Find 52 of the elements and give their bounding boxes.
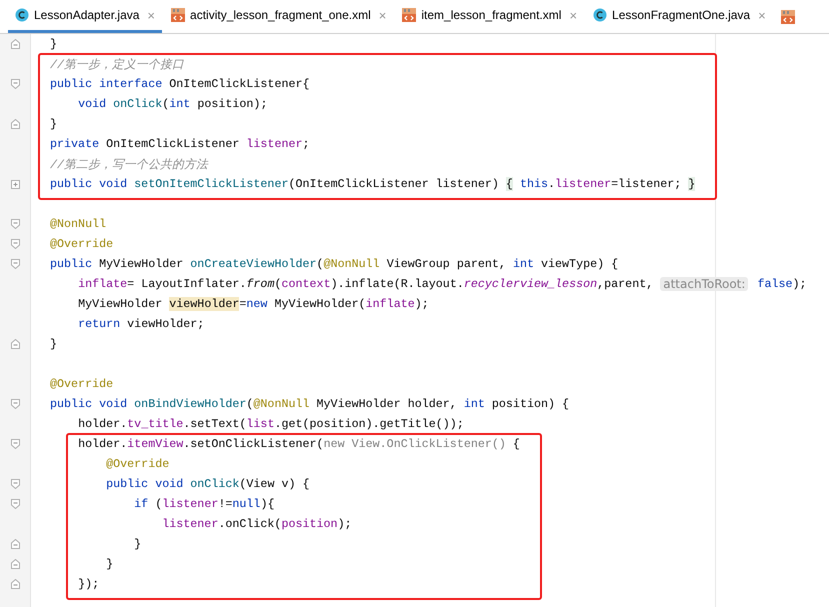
- code-line: return viewHolder;: [78, 317, 204, 331]
- code-line: }: [134, 537, 142, 551]
- code-line: false);: [756, 277, 807, 291]
- code-line: @Override: [50, 237, 114, 251]
- fold-icon[interactable]: [10, 479, 20, 489]
- code-line: public void onBindViewHolder(@NonNull MyViewHolder holder, int position) {: [50, 397, 570, 411]
- editor-tab[interactable]: LessonFragmentOne.java ×: [586, 0, 773, 33]
- code-line: }: [50, 37, 58, 51]
- editor-tab[interactable]: LessonAdapter.java ×: [8, 0, 162, 33]
- fold-icon[interactable]: [10, 399, 20, 409]
- fold-icon[interactable]: [10, 439, 20, 449]
- fold-icon[interactable]: [10, 119, 20, 129]
- editor-tab[interactable]: activity_lesson_fragment_one.xml ×: [164, 0, 394, 33]
- code-line: }: [50, 337, 58, 351]
- parameter-hint: attachToRoot:: [660, 277, 748, 291]
- fold-icon[interactable]: [10, 539, 20, 549]
- code-line: MyViewHolder viewHolder=new MyViewHolder(inflate);: [78, 297, 429, 311]
- expand-icon[interactable]: [10, 180, 20, 188]
- code-line: private OnItemClickListener listener;: [50, 137, 310, 151]
- code-line: }: [50, 117, 58, 131]
- code-line: inflate= LayoutInflater.from(context).inflate(R.layout.recyclerview_lesson,parent,: [78, 277, 654, 291]
- fold-icon[interactable]: [10, 339, 20, 349]
- xml-file-icon: [402, 8, 416, 22]
- code-line: listener.onClick(position);: [162, 517, 352, 531]
- code-line: public void onClick(View v) {: [106, 477, 310, 491]
- class-icon: [15, 8, 29, 22]
- code-line: //第一步，定义一个接口: [50, 56, 184, 72]
- fold-icon[interactable]: [10, 579, 20, 589]
- code-line: public MyViewHolder onCreateViewHolder(@NonNull ViewGroup parent, int viewType) {: [50, 257, 618, 271]
- fold-icon[interactable]: [10, 79, 20, 89]
- code-line: public interface OnItemClickListener{: [50, 77, 310, 91]
- code-line: if (listener!=null){: [134, 497, 274, 511]
- fold-icon[interactable]: [10, 219, 20, 229]
- code-line: //第二步，写一个公共的方法: [50, 156, 208, 172]
- code-line: }: [106, 557, 114, 571]
- code-line: @Override: [50, 377, 114, 391]
- fold-icon[interactable]: [10, 39, 20, 49]
- fold-icon[interactable]: [10, 499, 20, 509]
- code-line: @Override: [106, 457, 170, 471]
- code-line: @NonNull: [50, 217, 106, 231]
- class-icon: [593, 8, 608, 22]
- code-line: holder.tv_title.setText(list.get(position).getTitle());: [78, 417, 464, 431]
- fold-icon[interactable]: [10, 239, 20, 249]
- xml-file-icon: [171, 8, 186, 22]
- editor-tab[interactable]: item_lesson_fragment.xml ×: [395, 0, 584, 33]
- xml-file-icon: [780, 10, 795, 24]
- code-line: holder.itemView.setOnClickListener(new View.OnClickListener() {: [78, 437, 520, 451]
- code-line: public void setOnItemClickListener(OnItemClickListener listener) { this.listener=listener; }: [50, 177, 696, 191]
- code-line: void onClick(int position);: [78, 97, 268, 111]
- fold-icon[interactable]: [10, 259, 20, 269]
- code-line: });: [78, 577, 100, 591]
- fold-icon[interactable]: [10, 559, 20, 569]
